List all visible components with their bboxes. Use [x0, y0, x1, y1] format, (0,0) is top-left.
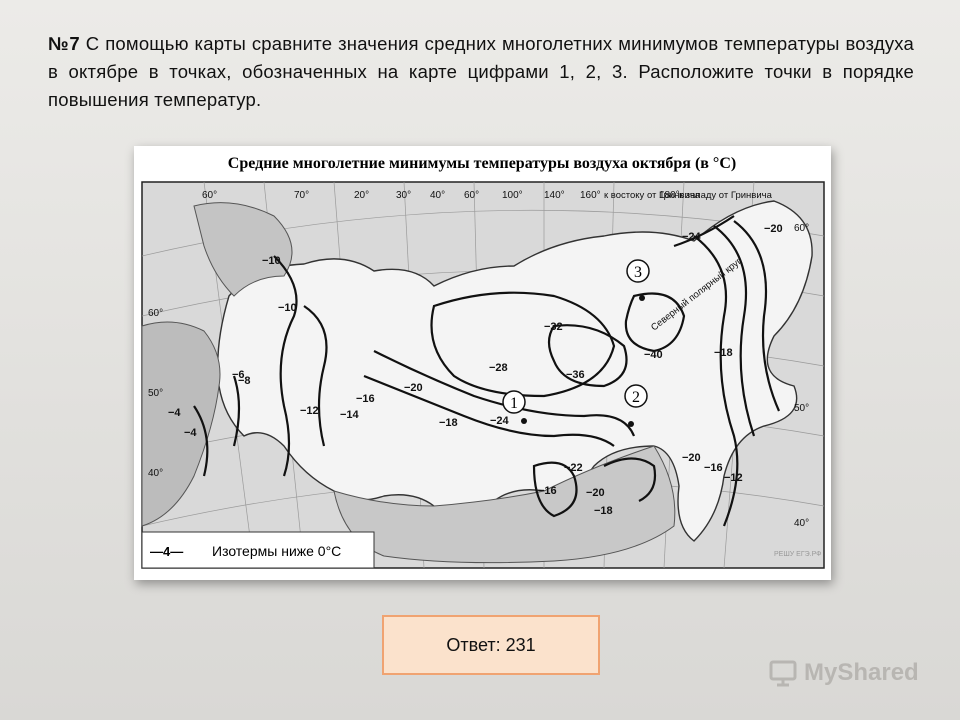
isotherm-label: −20 [764, 223, 783, 235]
isotherm-label: −6 [232, 369, 245, 381]
isotherm-label: −16 [356, 393, 375, 405]
isotherm-label: −10 [278, 302, 297, 314]
longitude-label: 60° [202, 190, 217, 201]
isotherm-label: −32 [544, 321, 563, 333]
isotherm-label: −24 [682, 231, 702, 243]
myshared-logo: MyShared [768, 655, 919, 691]
latitude-label: 40° [794, 518, 809, 529]
longitude-label: 40° [430, 190, 445, 201]
question-number: №7 [48, 33, 80, 54]
isotherm-map: Средние многолетние минимумы температуры… [134, 146, 831, 580]
isotherm-label: −22 [564, 462, 583, 474]
presentation-icon [769, 660, 797, 687]
isotherm-label: −28 [489, 362, 508, 374]
west-label: к западу от Гринвича [679, 190, 773, 201]
isotherm-label: −20 [682, 452, 701, 464]
isotherm-label: −40 [644, 349, 663, 361]
longitude-label: 100° [502, 190, 523, 201]
answer-text: Ответ: 231 [446, 634, 536, 655]
map-title: Средние многолетние минимумы температуры… [228, 155, 736, 172]
point-3-label: 3 [634, 264, 642, 281]
isotherm-label: −18 [594, 505, 613, 517]
isotherm-label: −16 [538, 485, 557, 497]
longitude-label: 70° [294, 190, 309, 201]
isotherm-label: −24 [490, 415, 510, 427]
longitude-label: 20° [354, 190, 369, 201]
latitude-label: 50° [794, 403, 809, 414]
latitude-label: 50° [148, 388, 163, 399]
isotherm-label: −36 [566, 369, 585, 381]
isotherm-label: −20 [404, 382, 423, 394]
point-1-label: 1 [510, 395, 518, 412]
latitude-label: 60° [148, 308, 163, 319]
map-legend: —4— Изотермы ниже 0°С [141, 531, 375, 569]
isotherm-label: −16 [704, 462, 723, 474]
isotherm-label: −14 [340, 409, 360, 421]
isotherm-label: −12 [724, 472, 743, 484]
isotherm-label: −10 [262, 255, 281, 267]
longitude-label: 30° [396, 190, 411, 201]
longitude-label: 160° [580, 190, 601, 201]
question-text: №7 С помощью карты сравните значения сре… [48, 30, 914, 114]
isotherm-label: −4 [168, 407, 181, 419]
longitude-label: 140° [544, 190, 565, 201]
watermark: РЕШУ ЕГЭ.РФ [774, 551, 822, 558]
east-longitude: 180° [659, 190, 680, 201]
latitude-label: 40° [148, 468, 163, 479]
isotherm-label: −18 [714, 347, 733, 359]
latitude-label: 60° [794, 223, 809, 234]
question-body: С помощью карты сравните значения средни… [48, 33, 915, 110]
point-2-label: 2 [632, 389, 640, 406]
logo-text: MyShared [804, 659, 919, 686]
longitude-label: 60° [464, 190, 479, 201]
isotherm-label: −18 [439, 417, 458, 429]
legend-sample: —4— [150, 544, 183, 559]
isotherm-label: −20 [586, 487, 605, 499]
legend-text: Изотермы ниже 0°С [212, 543, 341, 559]
isotherm-label: −4 [184, 427, 197, 439]
isotherm-label: −12 [300, 405, 319, 417]
answer-box: Ответ: 231 [382, 615, 600, 675]
